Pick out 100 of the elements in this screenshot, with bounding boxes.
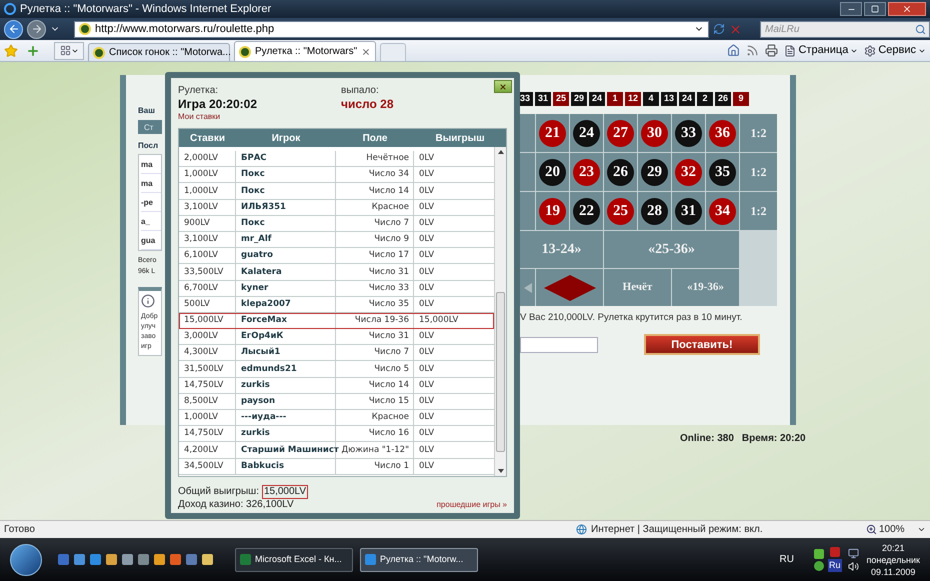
history-number: 12 xyxy=(625,92,641,106)
board-cell[interactable] xyxy=(536,269,603,306)
quick-launch-icon[interactable] xyxy=(58,554,69,565)
place-bet-button[interactable]: Поставить! xyxy=(644,334,760,356)
scrollbar-thumb[interactable] xyxy=(496,292,505,452)
taskbar-button[interactable]: Microsoft Excel - Кн... xyxy=(235,548,353,572)
quick-launch-icon[interactable] xyxy=(106,554,117,565)
board-cell[interactable] xyxy=(520,114,535,152)
player-name: zurkis xyxy=(236,426,336,442)
number-chip[interactable]: 27 xyxy=(607,120,634,146)
clock-time[interactable]: 20:21 xyxy=(882,542,905,554)
number-chip[interactable]: 26 xyxy=(607,158,634,186)
number-chip[interactable]: 21 xyxy=(539,120,566,146)
close-tab-icon[interactable] xyxy=(361,46,371,56)
bet-amount: 31,500LV xyxy=(179,361,236,377)
quick-launch-icon[interactable] xyxy=(154,554,165,565)
my-bets-link[interactable]: Мои ставки xyxy=(178,111,341,123)
number-chip[interactable]: 33 xyxy=(675,120,702,146)
player-name: guatro xyxy=(236,248,336,264)
tools-menu[interactable]: Сервис xyxy=(864,42,926,59)
bet-amount: 4,300LV xyxy=(179,345,236,360)
bet-field: Число 5 xyxy=(336,361,414,377)
print-icon[interactable] xyxy=(765,44,778,57)
forward-button[interactable] xyxy=(27,20,46,38)
bet-amount: 3,000LV xyxy=(179,329,236,344)
column-header: Игрок xyxy=(270,132,302,146)
language-indicator[interactable]: RU xyxy=(780,552,794,567)
number-chip[interactable]: 19 xyxy=(539,198,566,224)
page-menu[interactable]: Страница xyxy=(784,42,858,59)
security-zone: Интернет | Защищенный режим: вкл. xyxy=(591,523,763,537)
number-chip[interactable]: 32 xyxy=(675,158,702,186)
number-chip[interactable]: 24 xyxy=(573,120,600,146)
number-chip[interactable]: 36 xyxy=(709,120,736,146)
number-chip[interactable]: 35 xyxy=(709,158,736,186)
quick-launch-icon[interactable] xyxy=(90,554,101,565)
zoom-control[interactable]: 100% xyxy=(866,522,926,537)
start-button[interactable] xyxy=(10,544,42,576)
board-cell[interactable] xyxy=(520,153,535,191)
add-favorite-icon[interactable] xyxy=(26,44,40,58)
player-name: mr_Alf xyxy=(236,232,336,248)
win-amount: 0LV xyxy=(418,216,436,230)
past-games-link[interactable]: прошедшие игры » xyxy=(436,499,507,511)
home-icon[interactable] xyxy=(727,44,740,57)
maximize-button[interactable] xyxy=(864,2,886,16)
volume-icon[interactable] xyxy=(848,560,858,572)
bet-input[interactable] xyxy=(520,336,598,353)
win-amount: 15,000LV xyxy=(418,314,460,328)
number-chip[interactable]: 30 xyxy=(641,120,668,146)
bet-field: Красное xyxy=(336,200,414,215)
bet-amount: 900LV xyxy=(179,216,236,231)
number-chip[interactable]: 28 xyxy=(641,198,668,224)
minimize-button[interactable] xyxy=(840,2,862,16)
scroll-up-icon[interactable] xyxy=(498,150,504,154)
address-field[interactable]: http://www.motorwars.ru/roulette.php xyxy=(74,20,709,38)
tray-icon[interactable] xyxy=(814,560,824,570)
board-cell[interactable] xyxy=(520,269,535,306)
player-name: ИЛЬЯ351 xyxy=(236,200,336,215)
number-chip[interactable]: 22 xyxy=(573,198,600,224)
search-field[interactable]: MaiLRu xyxy=(760,20,930,38)
quick-launch-icon[interactable] xyxy=(122,554,133,565)
number-chip[interactable]: 25 xyxy=(607,198,634,224)
favorites-star-icon[interactable] xyxy=(4,44,18,58)
gear-icon xyxy=(864,44,876,56)
feeds-icon[interactable] xyxy=(746,44,760,57)
back-button[interactable] xyxy=(4,20,23,38)
taskbar-button[interactable]: Рулетка :: "Motorw... xyxy=(360,548,478,572)
win-amount: 0LV xyxy=(418,200,436,214)
close-button[interactable] xyxy=(888,2,926,16)
quick-launch-icon[interactable] xyxy=(74,554,85,565)
bet-amount: 2,000LV xyxy=(179,151,236,166)
diamond-icon xyxy=(544,274,596,300)
player-name: edmunds21 xyxy=(236,361,336,377)
bet-amount: 15,000LV xyxy=(179,312,236,328)
scroll-down-icon[interactable] xyxy=(498,469,504,473)
refresh-icon[interactable] xyxy=(713,23,725,35)
column-header: Выигрыш xyxy=(434,132,486,146)
number-chip[interactable]: 31 xyxy=(675,198,702,224)
quick-launch-icon[interactable] xyxy=(138,554,149,565)
browser-tab[interactable]: Рулетка :: "Motorwars" xyxy=(234,41,376,61)
bet-field: Число 9 xyxy=(336,232,414,248)
quick-tabs-button[interactable] xyxy=(54,42,84,60)
win-amount: 0LV xyxy=(418,330,436,344)
browser-tab[interactable]: Список гонок :: "Motorwa... xyxy=(88,43,230,61)
number-chip[interactable]: 23 xyxy=(573,158,600,186)
network-icon[interactable] xyxy=(848,548,858,558)
quick-launch-icon[interactable] xyxy=(186,554,197,565)
quick-launch-icon[interactable] xyxy=(202,554,213,565)
scrollbar[interactable] xyxy=(494,147,506,476)
number-chip[interactable]: 29 xyxy=(641,158,668,186)
close-dialog-button[interactable] xyxy=(494,80,512,93)
number-chip[interactable]: 34 xyxy=(709,198,736,224)
player-name: Покс xyxy=(236,183,336,199)
total-win-value: 15,000LV xyxy=(262,485,308,499)
quick-launch-icon[interactable] xyxy=(170,554,181,565)
tray-icon[interactable] xyxy=(830,546,840,557)
board-cell[interactable] xyxy=(520,192,535,230)
stop-icon[interactable] xyxy=(729,22,742,36)
number-chip[interactable]: 20 xyxy=(539,158,566,186)
tray-icon[interactable] xyxy=(814,548,824,558)
keyboard-layout[interactable]: Ru xyxy=(828,558,842,572)
